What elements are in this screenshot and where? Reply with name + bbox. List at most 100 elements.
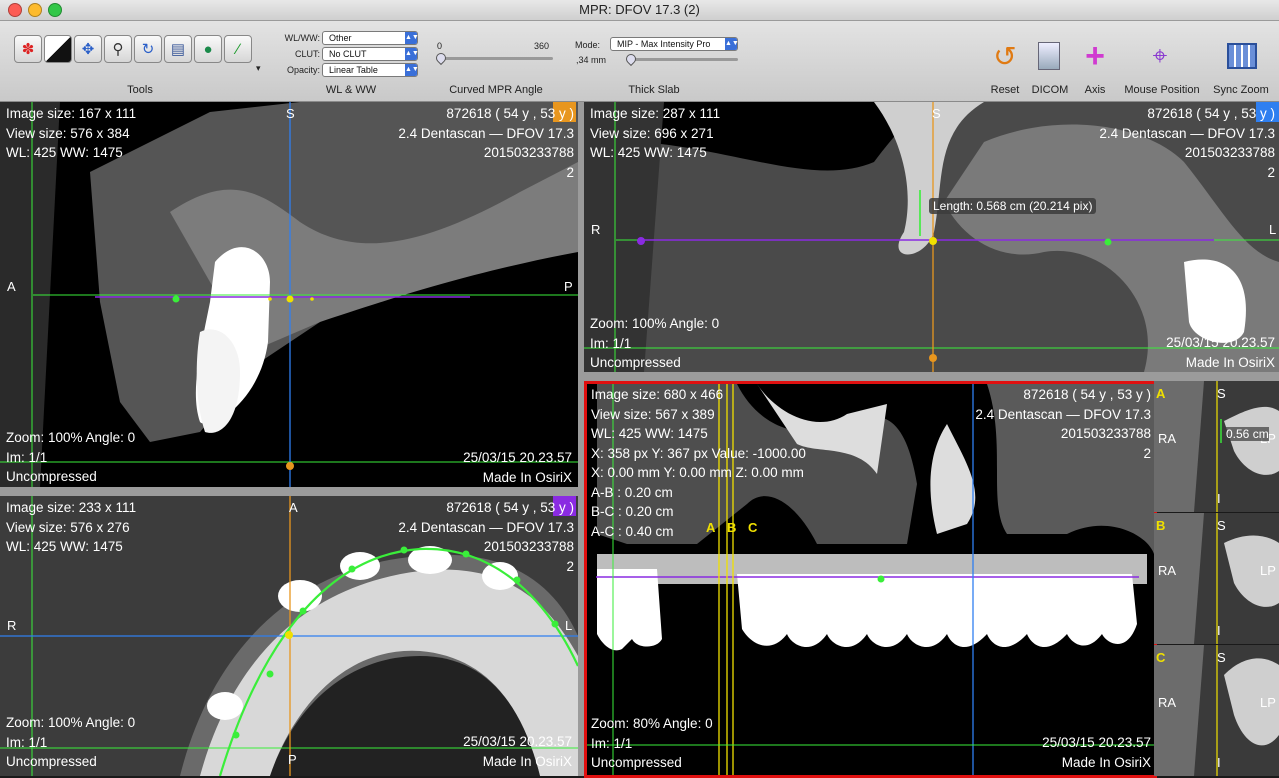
zoom-icon[interactable] [48,3,62,17]
reset-icon[interactable]: ↺ [988,39,1022,73]
oval-tool-icon[interactable]: ● [194,35,222,63]
orientation-top: S [932,106,941,121]
section-letter: B [1156,518,1166,533]
mode-select[interactable]: MIP - Max Intensity Pro ▲▼ [610,37,739,51]
window-title: MPR: DFOV 17.3 (2) [579,2,700,17]
coronal-info-right: 872618 ( 54 y , 53 y ) 2.4 Dentascan — D… [1099,106,1275,180]
sagittal-viewer[interactable]: Image size: 167 x 111 View size: 576 x 3… [0,102,578,487]
orientation-left: RA [1158,563,1177,578]
roi-tool-icon[interactable]: ✽ [14,35,42,63]
zoom-tool-icon[interactable]: ⚲ [104,35,132,63]
tools-group-label: Tools [127,84,153,96]
orientation-right: P [564,279,573,294]
orientation-right: L [565,618,573,633]
rotate-tool-icon[interactable]: ↻ [134,35,162,63]
coronal-info-bottom-left: Zoom: 100% Angle: 0 Im: 1/1 Uncompressed [590,316,720,370]
orientation-left: A [7,279,16,294]
coronal-info-bottom-right: 25/03/15 20.23.57 Made In OsiriX [1166,335,1275,370]
tools-menu-arrow-icon[interactable]: ▾ [256,63,261,74]
dicom-button-label[interactable]: DICOM [1029,84,1071,96]
chevron-down-icon: ▲▼ [405,48,419,60]
opacity-label: Opacity: [286,65,320,75]
sync-zoom-button-label[interactable]: Sync Zoom [1208,84,1274,96]
curved-mpr-viewer[interactable]: Image size: 680 x 466 View size: 567 x 3… [584,381,1157,778]
axial-info-left: Image size: 233 x 111 View size: 576 x 2… [6,500,137,554]
right-horizontal-splitter[interactable] [584,372,1279,381]
line-label-b: B [727,520,737,535]
angle-min-label: 0 [437,41,443,51]
move-tool-icon[interactable]: ✥ [74,35,102,63]
orientation-right: LP [1260,563,1276,578]
orientation-bottom: I [1217,491,1221,506]
curved-info-left: Image size: 680 x 466 View size: 567 x 3… [591,387,806,539]
line-label-c: C [748,520,758,535]
orientation-top: S [1217,650,1226,665]
orientation-bottom: P [288,752,297,767]
close-icon[interactable] [8,3,22,17]
toolbar: ✽ ✥ ⚲ ↻ ▤ ● ∕ ▾ Tools WL/WW: Other ▲▼ CLU… [0,21,1279,102]
axial-info-right: 872618 ( 54 y , 53 y ) 2.4 Dentascan — D… [398,500,574,574]
clut-label: CLUT: [294,49,320,59]
sagittal-info-bottom-right: 25/03/15 20.23.57 Made In OsiriX [463,450,572,485]
axial-viewer[interactable]: Image size: 233 x 111 View size: 576 x 2… [0,496,578,776]
orientation-top: A [289,500,298,515]
mouse-position-button-label[interactable]: Mouse Position [1118,84,1206,96]
sagittal-info-left: Image size: 167 x 111 View size: 576 x 3… [6,106,137,160]
line-label-a: A [706,520,716,535]
opacity-select[interactable]: Linear Table ▲▼ [322,63,419,77]
curved-info-bottom-left: Zoom: 80% Angle: 0 Im: 1/1 Uncompressed [591,716,713,770]
sagittal-info-bottom-left: Zoom: 100% Angle: 0 Im: 1/1 Uncompressed [6,430,136,484]
length-measurement[interactable]: Length: 0.568 cm (20.214 pix) [929,198,1097,214]
chevron-down-icon: ▲▼ [405,32,419,44]
orientation-left: R [7,618,17,633]
chevron-down-icon: ▲▼ [405,64,419,76]
wlww-tool-icon[interactable] [44,35,72,63]
slab-slider-track[interactable] [628,58,738,61]
orientation-top: S [286,106,295,121]
orientation-bottom: I [1217,623,1221,638]
clut-select[interactable]: No CLUT ▲▼ [322,47,419,61]
chevron-down-icon: ▲▼ [725,38,739,50]
angle-max-label: 360 [534,41,550,51]
orientation-left: R [591,222,601,237]
curved-group-label: Curved MPR Angle [449,84,543,96]
axial-info-bottom-left: Zoom: 100% Angle: 0 Im: 1/1 Uncompressed [6,715,136,769]
cross-section-b[interactable]: B S RA LP I [1154,513,1279,644]
axial-info-bottom-right: 25/03/15 20.23.57 Made In OsiriX [463,734,572,769]
orientation-left: RA [1158,695,1177,710]
orientation-top: S [1217,386,1226,401]
curved-info-right: 872618 ( 54 y , 53 y ) 2.4 Dentascan — D… [975,387,1151,461]
angle-slider-knob[interactable] [433,50,449,66]
orientation-bottom: I [1217,755,1221,770]
title-bar: MPR: DFOV 17.3 (2) [0,0,1279,21]
coronal-viewer[interactable]: Length: 0.568 cm (20.214 pix) Image size… [584,102,1279,372]
stack-tool-icon[interactable]: ▤ [164,35,192,63]
cross-section-a[interactable]: A S RA LP 0.56 cm I [1154,381,1279,512]
axis-icon[interactable]: + [1078,37,1112,75]
angle-slider-track[interactable] [439,57,553,60]
section-letter: A [1156,386,1166,401]
slab-value: ,34 mm [576,55,607,65]
reset-button-label[interactable]: Reset [985,84,1025,96]
axis-button-label[interactable]: Axis [1076,84,1114,96]
slab-slider-knob[interactable] [623,51,639,67]
wl-label: WL/WW: [284,33,320,43]
wlww-group-label: WL & WW [325,84,377,96]
cross-section-c[interactable]: C S RA LP I [1154,645,1279,776]
mode-label: Mode: [575,40,601,50]
minimize-icon[interactable] [28,3,42,17]
length-tool-icon[interactable]: ∕ [224,35,252,63]
wl-select[interactable]: Other ▲▼ [322,31,419,45]
curved-info-bottom-right: 25/03/15 20.23.57 Made In OsiriX [1042,735,1151,770]
coronal-info-left: Image size: 287 x 111 View size: 696 x 2… [590,106,721,160]
orientation-right: LP [1260,695,1276,710]
thick-group-label: Thick Slab [628,84,680,96]
sagittal-info-right: 872618 ( 54 y , 53 y ) 2.4 Dentascan — D… [398,106,574,180]
orientation-top: S [1217,518,1226,533]
dicom-icon[interactable] [1032,39,1066,73]
orientation-left: RA [1158,431,1177,446]
mouse-position-icon[interactable]: ⌖ [1143,39,1177,73]
section-measurement: 0.56 cm [1226,427,1269,441]
sync-zoom-icon[interactable] [1225,39,1259,73]
left-horizontal-splitter[interactable] [0,487,578,496]
